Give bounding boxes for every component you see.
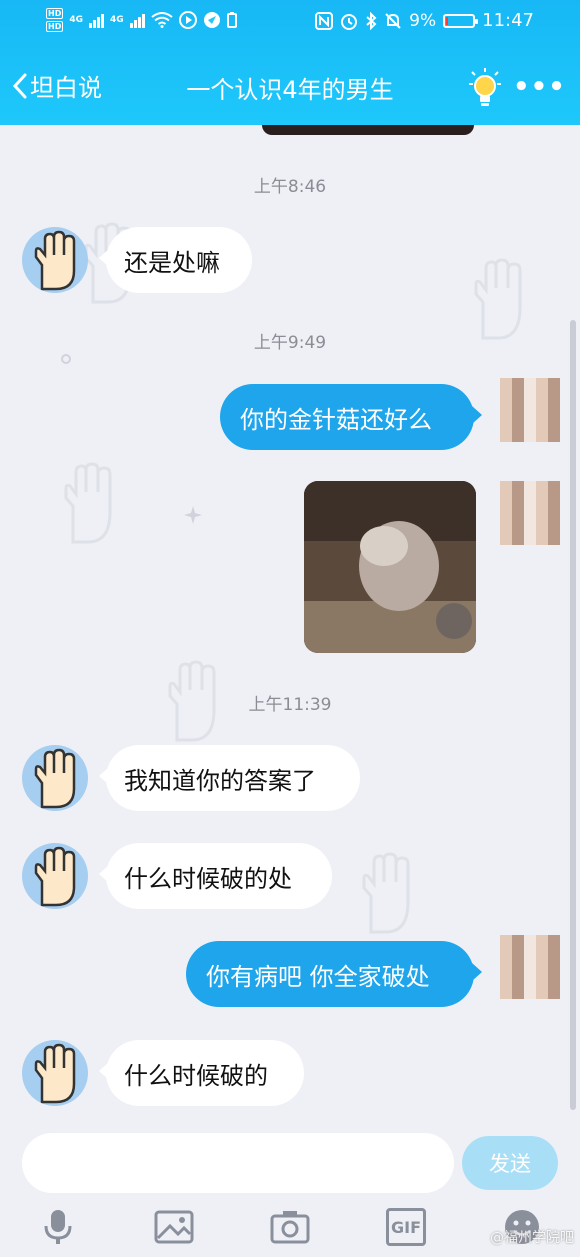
status-left: HD HD 4G 4G: [46, 8, 237, 32]
incoming-message[interactable]: 还是处嘛: [99, 227, 252, 293]
mute-bell-icon: [385, 12, 401, 29]
avatar[interactable]: [22, 1040, 88, 1106]
signal-icon-2: [129, 12, 145, 28]
hd-icons: HD HD: [46, 8, 64, 32]
alarm-icon: [341, 13, 358, 30]
hand-avatar-icon: [34, 846, 76, 907]
outgoing-message[interactable]: 你的金针菇还好么: [220, 384, 482, 450]
signal-icon: [89, 12, 104, 28]
outgoing-message[interactable]: 你有病吧 你全家破处: [186, 941, 482, 1007]
hand-watermark-icon: [362, 852, 410, 934]
hand-watermark-icon: [64, 462, 112, 544]
user-avatar-blurred[interactable]: [500, 481, 560, 545]
incoming-message[interactable]: 我知道你的答案了: [99, 745, 360, 811]
play-icon: [178, 11, 197, 29]
status-right: 9% 11:47: [315, 10, 534, 31]
gif-icon[interactable]: GIF: [386, 1208, 426, 1246]
wifi-icon: [151, 12, 173, 28]
hand-avatar-icon: [34, 1043, 76, 1104]
timestamp: 上午8:46: [253, 177, 327, 197]
user-avatar-blurred[interactable]: [500, 378, 560, 442]
battery-saver-icon: [226, 12, 237, 28]
lightbulb-icon[interactable]: [468, 68, 502, 108]
watermark-text: @福州学院吧: [490, 1230, 574, 1246]
nav-bar: 坦白说 一个认识4年的男生 •••: [0, 58, 580, 114]
nfc-icon: [315, 11, 334, 30]
scrollbar[interactable]: [570, 320, 576, 1110]
avatar[interactable]: [22, 843, 88, 909]
network-label-2: 4G: [110, 15, 124, 25]
hand-avatar-icon: [34, 748, 76, 809]
microphone-icon[interactable]: [38, 1208, 78, 1246]
send-button[interactable]: 发送: [462, 1136, 558, 1190]
sent-image[interactable]: [304, 481, 476, 653]
battery-percent: 9%: [409, 10, 437, 31]
status-time: 11:47: [482, 10, 534, 31]
incoming-message[interactable]: 什么时候破的: [99, 1040, 304, 1106]
hand-avatar-icon: [34, 230, 76, 291]
network-label-1: 4G: [69, 15, 83, 25]
bluetooth-icon: [366, 11, 377, 30]
message-input[interactable]: [22, 1133, 454, 1193]
user-avatar-blurred[interactable]: [500, 935, 560, 999]
timestamp: 上午11:39: [248, 695, 332, 715]
avatar[interactable]: [22, 745, 88, 811]
previous-image-edge: [262, 125, 474, 135]
camera-icon[interactable]: [270, 1208, 310, 1246]
sparkle-icon: [184, 506, 202, 524]
battery-icon: [443, 13, 479, 28]
image-icon[interactable]: [154, 1208, 194, 1246]
timestamp: 上午9:49: [253, 333, 327, 353]
status-bar: HD HD 4G 4G 9% 11:47: [0, 0, 580, 42]
avatar[interactable]: [22, 227, 88, 293]
chat-header: HD HD 4G 4G 9% 11:47 坦白说 一个认识4年的男生 •••: [0, 0, 580, 125]
app-status-icon: [203, 12, 220, 28]
more-icon[interactable]: •••: [513, 72, 566, 102]
incoming-message[interactable]: 什么时候破的处: [99, 843, 332, 909]
hd-badge-1: HD: [46, 8, 64, 19]
circle-deco-icon: [61, 354, 71, 364]
input-toolbar: GIF @福州学院吧: [0, 1200, 580, 1257]
input-row: 发送: [0, 1130, 580, 1200]
hamster-photo-image: [304, 481, 476, 653]
hd-badge-2: HD: [46, 21, 64, 32]
